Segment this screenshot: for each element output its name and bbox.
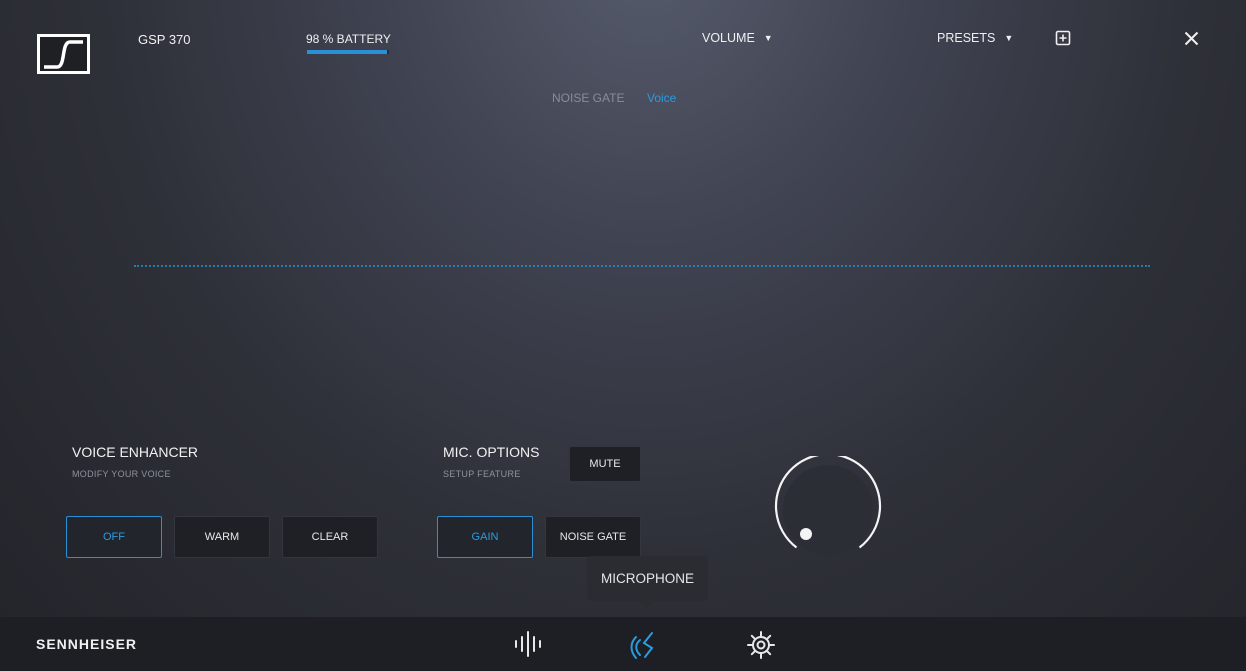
microphone-tooltip: MICROPHONE	[587, 556, 708, 601]
equalizer-icon[interactable]	[513, 630, 543, 658]
noise-gate-button[interactable]: NOISE GATE	[545, 516, 641, 558]
chevron-down-icon: ▼	[1004, 33, 1014, 43]
chevron-down-icon: ▼	[763, 33, 773, 43]
battery-fill	[307, 50, 388, 54]
voice-enhancer-title: VOICE ENHANCER	[72, 444, 199, 460]
voice-enhancer-off-button[interactable]: OFF	[66, 516, 162, 558]
presets-label: PRESETS	[937, 31, 996, 45]
battery-status: 98 % BATTERY	[306, 32, 391, 46]
mic-options-subtitle: SETUP FEATURE	[443, 469, 521, 479]
volume-label: VOLUME	[702, 31, 755, 45]
gain-button[interactable]: GAIN	[437, 516, 533, 558]
mic-options-title: MIC. OPTIONS	[443, 444, 540, 460]
voice-enhancer-clear-button[interactable]: CLEAR	[282, 516, 378, 558]
voice-enhancer-subtitle: MODIFY YOUR VOICE	[72, 469, 171, 479]
brand-label: SENNHEISER	[36, 636, 138, 652]
microphone-icon[interactable]	[630, 630, 658, 660]
tab-voice[interactable]: Voice	[647, 91, 676, 105]
gain-knob[interactable]	[774, 453, 882, 564]
sennheiser-logo	[37, 34, 90, 74]
close-icon[interactable]	[1184, 31, 1199, 46]
volume-menu[interactable]: VOLUME ▼	[702, 31, 773, 45]
tooltip-arrow	[638, 600, 654, 609]
gear-icon[interactable]	[746, 630, 776, 660]
voice-enhancer-warm-button[interactable]: WARM	[174, 516, 270, 558]
voice-waveform	[134, 265, 1150, 267]
add-preset-icon[interactable]	[1055, 30, 1071, 46]
tab-noise-gate[interactable]: NOISE GATE	[552, 91, 624, 105]
footer-bar	[0, 617, 1246, 671]
device-model: GSP 370	[138, 32, 191, 47]
battery-bar	[307, 50, 389, 54]
presets-menu[interactable]: PRESETS ▼	[937, 31, 1013, 45]
mute-button[interactable]: MUTE	[569, 446, 641, 482]
